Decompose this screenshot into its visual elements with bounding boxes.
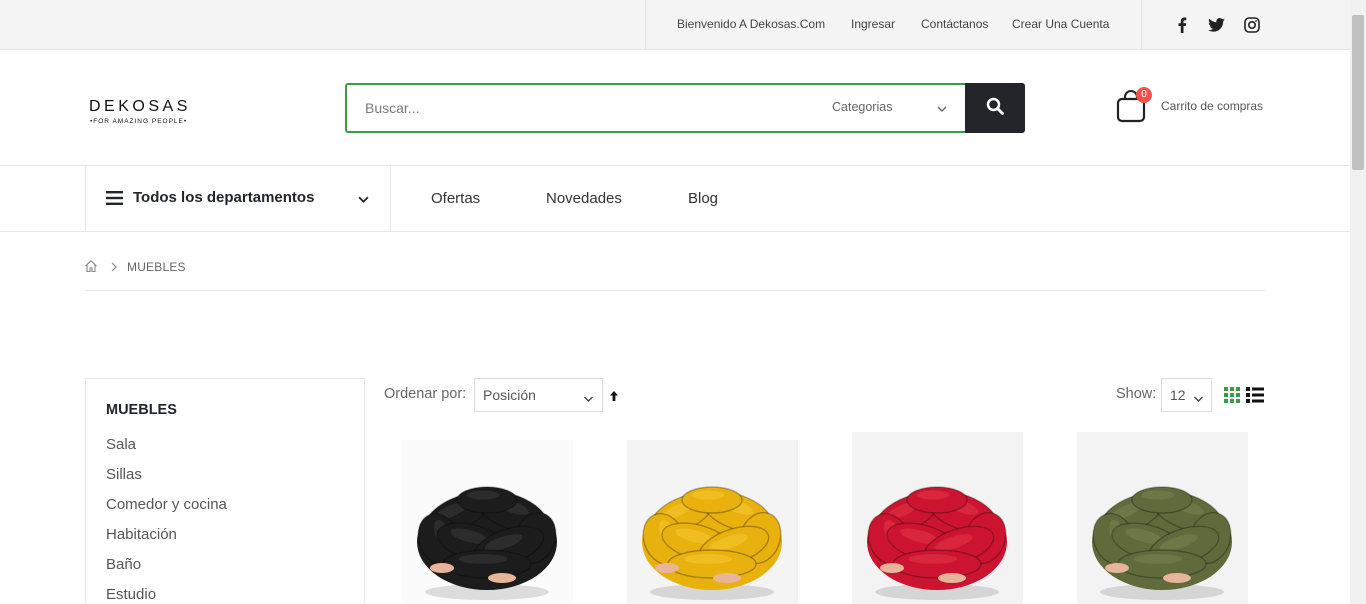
- sort-value: Posición: [483, 387, 536, 403]
- departments-menu[interactable]: Todos los departamentos: [85, 165, 391, 232]
- twitter-icon[interactable]: [1207, 16, 1225, 34]
- divider: [1141, 0, 1142, 50]
- nav-item-ofertas[interactable]: Ofertas: [431, 190, 480, 207]
- logo-tagline: •FOR AMAZING PEOPLE•: [90, 118, 188, 125]
- list-view-icon[interactable]: [1246, 387, 1264, 408]
- instagram-icon[interactable]: [1243, 16, 1261, 34]
- grid-view-icon[interactable]: [1224, 387, 1240, 408]
- cart-label[interactable]: Carrito de compras: [1161, 99, 1263, 113]
- product-image[interactable]: [402, 440, 573, 604]
- logo-word: DEKOSAS: [89, 98, 191, 115]
- welcome-text: Bienvenido A Dekosas.Com: [677, 17, 826, 31]
- chevron-down-icon: [358, 192, 369, 210]
- departments-label: Todos los departamentos: [133, 189, 315, 206]
- home-icon[interactable]: [84, 259, 98, 278]
- divider: [85, 290, 1265, 291]
- product-image[interactable]: [852, 432, 1023, 604]
- scrollbar[interactable]: [1350, 0, 1366, 604]
- sidebar-item-sillas[interactable]: Sillas: [106, 466, 142, 483]
- category-sidebar: MUEBLES Sala Sillas Comedor y cocina Hab…: [85, 378, 365, 604]
- chevron-down-icon: [1193, 391, 1204, 409]
- search-button[interactable]: [965, 83, 1025, 133]
- sidebar-item-habitacion[interactable]: Habitación: [106, 526, 177, 543]
- divider: [645, 0, 646, 50]
- login-link[interactable]: Ingresar: [851, 17, 895, 31]
- sort-label: Ordenar por:: [384, 386, 467, 402]
- product-image[interactable]: [1077, 432, 1248, 604]
- cart-button[interactable]: 0: [1115, 87, 1152, 129]
- cart-count-badge: 0: [1136, 87, 1152, 103]
- top-bar: Bienvenido A Dekosas.Com Ingresar Contác…: [0, 0, 1350, 50]
- sidebar-title: MUEBLES: [106, 402, 177, 418]
- show-value: 12: [1170, 387, 1186, 403]
- nav-item-novedades[interactable]: Novedades: [546, 190, 622, 207]
- scrollbar-thumb[interactable]: [1352, 15, 1364, 170]
- knot-pillow-image: [627, 440, 798, 604]
- nav-item-blog[interactable]: Blog: [688, 190, 718, 207]
- sort-select[interactable]: Posición: [474, 378, 603, 412]
- sidebar-item-estudio[interactable]: Estudio: [106, 586, 156, 603]
- knot-pillow-image: [402, 440, 573, 604]
- sort-direction-icon[interactable]: [609, 389, 619, 407]
- chevron-down-icon[interactable]: [937, 101, 947, 119]
- menu-icon: [106, 191, 123, 210]
- knot-pillow-image: [852, 432, 1023, 604]
- sidebar-item-comedor[interactable]: Comedor y cocina: [106, 496, 227, 513]
- logo[interactable]: DEKOSAS •FOR AMAZING PEOPLE•: [89, 98, 191, 125]
- sidebar-item-bano[interactable]: Baño: [106, 556, 141, 573]
- search-icon: [986, 97, 1004, 120]
- product-image[interactable]: [627, 440, 798, 604]
- create-account-link[interactable]: Crear Una Cuenta: [1012, 17, 1109, 31]
- chevron-right-icon: [110, 260, 118, 278]
- sidebar-item-sala[interactable]: Sala: [106, 436, 136, 453]
- show-label: Show:: [1116, 386, 1157, 402]
- page: Bienvenido A Dekosas.Com Ingresar Contác…: [0, 0, 1366, 604]
- search-bar: Categorias: [345, 83, 1025, 133]
- shopping-bag-icon: [1115, 90, 1147, 128]
- chevron-down-icon: [583, 391, 594, 409]
- knot-pillow-image: [1077, 432, 1248, 604]
- facebook-icon[interactable]: [1173, 16, 1191, 34]
- category-select[interactable]: Categorias: [832, 100, 892, 114]
- search-input[interactable]: [365, 97, 785, 119]
- contact-link[interactable]: Contáctanos: [921, 17, 988, 31]
- breadcrumb-current: MUEBLES: [127, 260, 186, 274]
- show-select[interactable]: 12: [1161, 378, 1212, 412]
